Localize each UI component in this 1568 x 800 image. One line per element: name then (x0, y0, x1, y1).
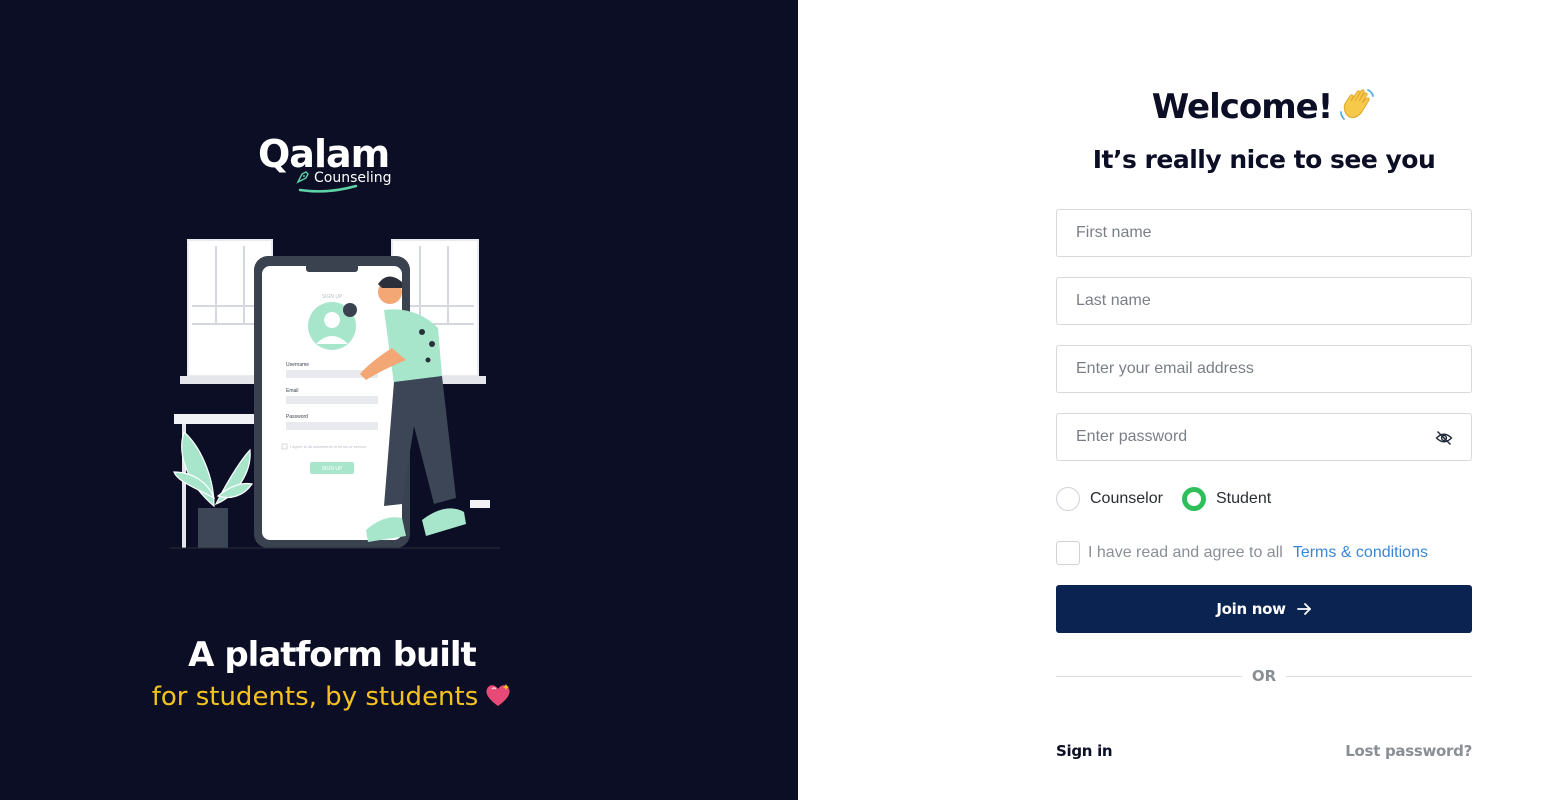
student-label: Student (1216, 490, 1272, 507)
phone-signup-button: SIGN UP (322, 466, 343, 472)
terms-agreement: I have read and agree to all Terms & con… (1056, 541, 1428, 565)
last-name-input[interactable] (1057, 278, 1471, 324)
terms-agree-text: I have read and agree to all (1088, 544, 1283, 561)
phone-title: SIGN UP (322, 294, 343, 300)
terms-link[interactable]: Terms & conditions (1293, 544, 1428, 562)
phone-email-label: Email (286, 388, 299, 394)
page-subtitle: It’s really nice to see you (1092, 145, 1436, 174)
password-input[interactable] (1057, 414, 1471, 460)
logo-wordmark: Qalam (258, 132, 390, 176)
waving-hand-icon (1340, 89, 1375, 120)
sign-in-link[interactable]: Sign in (1056, 742, 1113, 760)
or-text: OR (1251, 667, 1277, 685)
terms-checkbox[interactable] (1056, 541, 1080, 565)
first-name-field (1056, 209, 1472, 257)
divider-line-right (1286, 676, 1472, 677)
eye-off-icon[interactable] (1435, 429, 1453, 447)
first-name-input[interactable] (1057, 210, 1471, 256)
email-input[interactable] (1057, 346, 1471, 392)
divider-line-left (1056, 676, 1242, 677)
lost-password-link[interactable]: Lost password? (1272, 742, 1472, 760)
arrow-right-icon (1296, 603, 1311, 615)
phone-username-label: Username (286, 362, 309, 368)
student-radio[interactable] (1182, 487, 1206, 511)
email-field (1056, 345, 1472, 393)
role-counselor[interactable]: Counselor (1056, 486, 1163, 512)
tagline-headline: A platform built (188, 635, 477, 675)
password-field (1056, 413, 1472, 461)
last-name-field (1056, 277, 1472, 325)
page-title: Welcome! (1056, 84, 1472, 130)
tagline-subline-text: for students, by students (151, 682, 479, 712)
sparkling-heart-icon (486, 684, 510, 706)
counselor-label: Counselor (1090, 490, 1163, 507)
signup-panel: Welcome! It’s really nice to see you Cou… (798, 0, 1568, 800)
join-now-button[interactable]: Join now (1056, 585, 1472, 633)
hero-panel: Qalam Counseling SIGN UP Username Email … (0, 0, 798, 800)
tagline-subline: for students, by students (0, 680, 664, 714)
counselor-radio[interactable] (1056, 487, 1080, 511)
signup-illustration: SIGN UP Username Email Password I agree … (170, 239, 500, 549)
phone-terms-text: I agree to all statements in terms of se… (290, 444, 367, 449)
role-student[interactable]: Student (1182, 486, 1271, 512)
phone-password-label: Password (286, 414, 308, 420)
logo-swoosh (298, 184, 358, 193)
or-divider: OR (1056, 666, 1472, 686)
logo: Qalam Counseling (258, 134, 408, 196)
page-title-text: Welcome! (1151, 87, 1334, 127)
join-now-label: Join now (1216, 600, 1286, 618)
